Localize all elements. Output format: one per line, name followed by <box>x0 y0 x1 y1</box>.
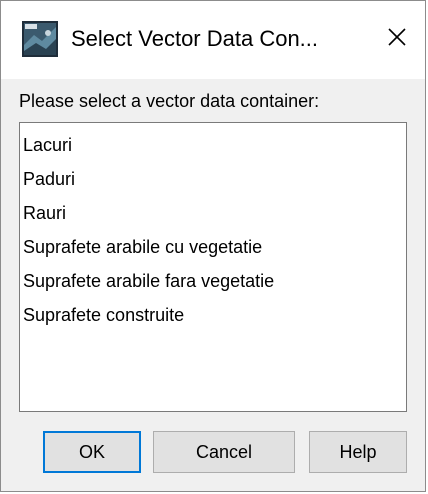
list-item[interactable]: Suprafete construite <box>23 301 184 329</box>
select-vector-data-container-dialog: Select Vector Data Con... Please select … <box>0 0 426 492</box>
ok-button[interactable]: OK <box>43 431 141 473</box>
list-item[interactable]: Suprafete arabile fara vegetatie <box>23 267 274 295</box>
list-item[interactable]: Rauri <box>23 199 66 227</box>
snap-app-icon <box>22 21 58 57</box>
close-icon <box>387 27 407 52</box>
list-item[interactable]: Paduri <box>23 165 75 193</box>
list-item[interactable]: Suprafete arabile cu vegetatie <box>23 233 262 261</box>
close-button[interactable] <box>369 15 425 63</box>
list-item[interactable]: Lacuri <box>23 131 72 159</box>
title-bar[interactable]: Select Vector Data Con... <box>1 1 425 79</box>
help-button[interactable]: Help <box>309 431 407 473</box>
cancel-button[interactable]: Cancel <box>153 431 295 473</box>
prompt-label: Please select a vector data container: <box>19 91 320 111</box>
window-title: Select Vector Data Con... <box>71 26 319 51</box>
vector-container-list[interactable]: Lacuri Paduri Rauri Suprafete arabile cu… <box>19 122 407 412</box>
